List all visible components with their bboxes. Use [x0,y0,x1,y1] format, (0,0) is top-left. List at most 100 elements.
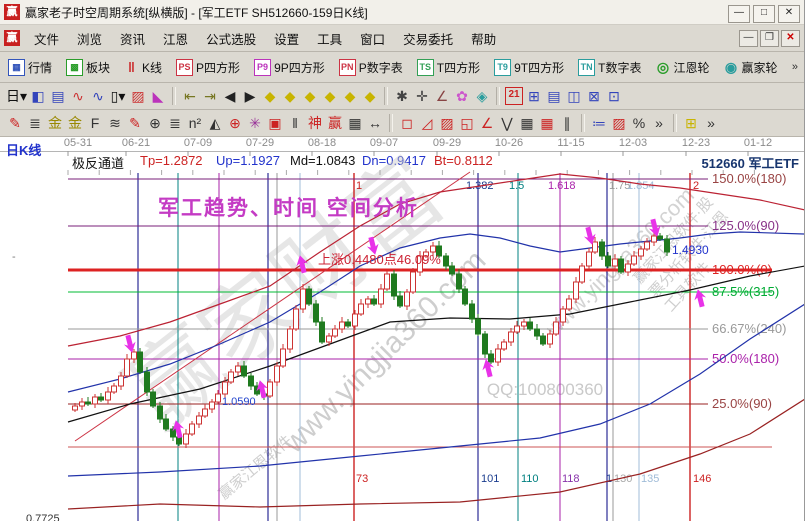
angle-fan-icon[interactable]: ∠ [478,113,496,133]
calculator-icon[interactable]: ⊞ [525,86,543,106]
overflow-chevron[interactable]: » [702,113,720,133]
wave9-icon[interactable]: ∿ [89,86,107,106]
gann-diamond-all-icon[interactable]: ◆ [361,86,379,106]
toolbar-overflow-chevron[interactable]: » [792,61,798,73]
down-signal-arrow-icon [647,218,663,238]
gold-ratio2-icon[interactable]: 金 [66,113,84,133]
grid-icon[interactable]: ▦ [518,113,536,133]
prev-bar-icon[interactable]: ◀ [221,86,239,106]
chart-style-icon[interactable]: ◧ [29,86,47,106]
toolbar-button-江恩轮[interactable]: ◎江恩轮 [653,57,711,78]
export-icon[interactable]: ⊠ [585,86,603,106]
minimize-button[interactable]: — [728,5,750,23]
toolbar-button-T四方形[interactable]: TST四方形 [415,57,482,78]
toolbar-button-P四方形[interactable]: PSP四方形 [174,57,242,78]
last-bar-icon[interactable]: ⇥ [201,86,219,106]
percent-box-icon[interactable]: ▨ [610,113,628,133]
number-grid-icon[interactable]: ▦ [346,113,364,133]
fibonacci-icon[interactable]: F [86,113,104,133]
gold-ratio-icon[interactable]: 金 [46,113,64,133]
gann-diamond-left-icon[interactable]: ◆ [261,86,279,106]
toolbar-button-T数字表[interactable]: TNT数字表 [576,57,643,78]
layout-icon[interactable]: ⊞ [682,113,700,133]
wave3-icon[interactable]: ∿ [69,86,87,106]
overlay-icon[interactable]: ▨ [129,86,147,106]
zigzag-icon[interactable]: ⋁ [498,113,516,133]
settings-box-icon[interactable]: ⊡ [605,86,623,106]
more-tools-chevron[interactable]: » [650,113,668,133]
first-bar-icon[interactable]: ⇤ [181,86,199,106]
menu-item-8[interactable]: 交易委托 [394,26,462,51]
chart-area[interactable]: 赢家财富www.yingjia360.comwww.yingjia360.com… [0,137,805,521]
compass-icon[interactable]: ⊕ [146,113,164,133]
candle-body [359,304,364,314]
flag-sort-icon[interactable]: ◣ [149,86,167,106]
toolbar-button-赢家轮[interactable]: ◉赢家轮 [721,57,779,78]
shen-tool-icon[interactable]: 神 [306,113,324,133]
pen-tool-icon[interactable]: ✎ [6,113,24,133]
gann-diamond-up-icon[interactable]: ◆ [301,86,319,106]
mdi-minimize-button[interactable]: — [739,30,758,47]
cycle-arc-icon[interactable]: ≋ [106,113,124,133]
flower-tool-icon[interactable]: ✿ [453,86,471,106]
crosshair-tool-icon[interactable]: ✛ [413,86,431,106]
box-tool-icon[interactable]: ◻ [398,113,416,133]
next-bar-icon[interactable]: ▶ [241,86,259,106]
candle-body [489,354,494,362]
candle-type-dropdown[interactable]: ▯▾ [109,86,127,106]
menu-item-3[interactable]: 江恩 [154,26,197,51]
toolbar-button-P数字表[interactable]: PNP数字表 [337,57,405,78]
period-label: 日K线 [6,140,41,159]
spiral-square-icon[interactable]: ▣ [266,113,284,133]
grid-lines-icon[interactable]: ≣ [166,113,184,133]
time-ratio-label: 1.854 [627,180,655,192]
gann-diamond-down-icon[interactable]: ◆ [321,86,339,106]
gann-diamond-right-icon[interactable]: ◆ [281,86,299,106]
star-burst-icon[interactable]: ✳ [246,113,264,133]
hline-tool-icon[interactable]: ≣ [26,113,44,133]
brush-icon[interactable]: ✎ [126,113,144,133]
menu-item-4[interactable]: 公式选股 [197,26,265,51]
hrange-icon[interactable]: ↔ [366,113,384,133]
menu-item-6[interactable]: 工具 [308,26,351,51]
shaded-box-icon[interactable]: ▨ [438,113,456,133]
brain-tool-icon[interactable]: ◈ [473,86,491,106]
menu-item-1[interactable]: 浏览 [68,26,111,51]
toolbar-button-板块[interactable]: ▩板块 [64,57,112,78]
menu-items: 文件浏览资讯江恩公式选股设置工具窗口交易委托帮助 [25,26,505,51]
menu-item-5[interactable]: 设置 [265,26,308,51]
info-panel-icon[interactable]: ▤ [49,86,67,106]
time-ratio-label: 1.618 [548,180,576,192]
close-button[interactable]: ✕ [778,5,800,23]
hand-tool-icon[interactable]: ✱ [393,86,411,106]
mdi-restore-button[interactable]: ❐ [760,30,779,47]
notes-icon[interactable]: ▤ [545,86,563,106]
parallel-lines-icon[interactable]: ‖ [286,113,304,133]
mdi-close-button[interactable]: ✕ [781,30,800,47]
maximize-button[interactable]: □ [753,5,775,23]
menu-item-2[interactable]: 资讯 [111,26,154,51]
candle-body [645,242,650,249]
square-numbers-icon[interactable]: n² [186,113,204,133]
triangle-icon[interactable]: ◭ [206,113,224,133]
circle-cross-icon[interactable]: ⊕ [226,113,244,133]
calendar-icon[interactable]: 21 [505,87,523,105]
angle-tool-icon[interactable]: ∠ [433,86,451,106]
menu-item-0[interactable]: 文件 [25,26,68,51]
stats-icon[interactable]: ≔ [590,113,608,133]
corner-box-icon[interactable]: ◱ [458,113,476,133]
save-icon[interactable]: ◫ [565,86,583,106]
red-grid-icon[interactable]: ▦ [538,113,556,133]
gann-diamond-center-icon[interactable]: ◆ [341,86,359,106]
menu-item-9[interactable]: 帮助 [462,26,505,51]
toolbar-button-9T四方形[interactable]: T99T四方形 [492,57,566,78]
toolbar-button-行情[interactable]: ▦行情 [6,57,54,78]
toolbar-button-K线[interactable]: ‖K线 [122,57,164,78]
menu-item-7[interactable]: 窗口 [351,26,394,51]
period-dropdown[interactable]: 日▾ [6,86,27,106]
fan-tool-icon[interactable]: ◿ [418,113,436,133]
toolbar-button-9P四方形[interactable]: P99P四方形 [252,57,327,78]
channel-icon[interactable]: ∥ [558,113,576,133]
win-tool-icon[interactable]: 赢 [326,113,344,133]
percent-icon[interactable]: % [630,113,648,133]
